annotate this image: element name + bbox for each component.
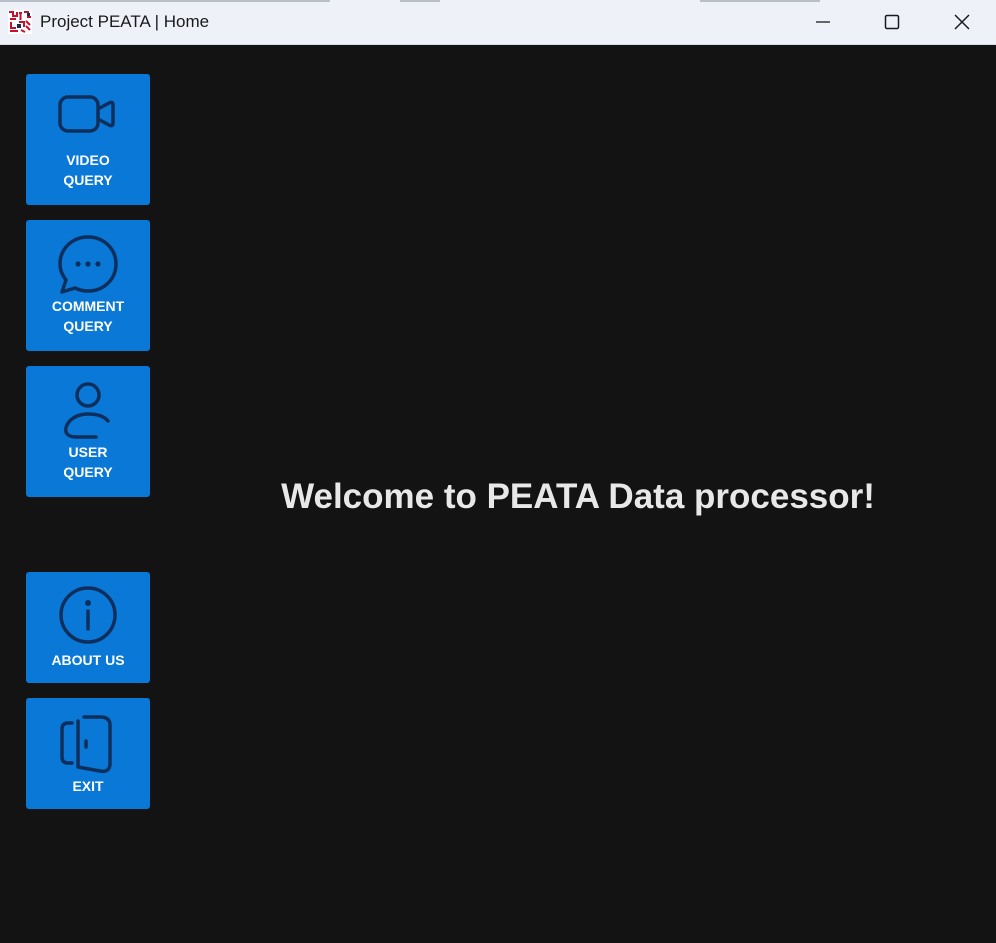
exit-button[interactable]: EXIT bbox=[26, 698, 150, 809]
video-query-button[interactable]: VIDEO QUERY bbox=[26, 74, 150, 205]
title-bar[interactable]: Project PEATA | Home bbox=[0, 0, 996, 45]
user-icon bbox=[56, 379, 120, 443]
close-icon bbox=[954, 14, 970, 30]
comment-query-button[interactable]: COMMENT QUERY bbox=[26, 220, 150, 351]
welcome-heading: Welcome to PEATA Data processor! bbox=[281, 477, 875, 516]
about-us-button[interactable]: ABOUT US bbox=[26, 572, 150, 683]
title-bar-edge bbox=[400, 0, 440, 2]
user-query-label-line2: QUERY bbox=[63, 464, 113, 480]
close-button[interactable] bbox=[927, 0, 996, 44]
video-camera-icon bbox=[56, 87, 120, 151]
info-icon bbox=[56, 583, 120, 647]
chat-bubble-icon bbox=[56, 233, 120, 297]
app-logo-icon bbox=[8, 10, 32, 34]
about-us-label: ABOUT US bbox=[51, 652, 125, 668]
user-query-label-line1: USER bbox=[68, 444, 108, 460]
minimize-button[interactable] bbox=[788, 0, 858, 44]
exit-label: EXIT bbox=[72, 778, 104, 794]
maximize-icon bbox=[884, 14, 900, 30]
window-title: Project PEATA | Home bbox=[40, 12, 210, 31]
door-exit-icon bbox=[56, 711, 120, 775]
comment-query-label-line2: QUERY bbox=[63, 318, 113, 334]
app-window: Project PEATA | Home VIDEO QUERY COMMENT… bbox=[0, 0, 996, 943]
maximize-button[interactable] bbox=[857, 0, 927, 44]
user-query-button[interactable]: USER QUERY bbox=[26, 366, 150, 497]
video-query-label-line2: QUERY bbox=[63, 172, 113, 188]
video-query-label-line1: VIDEO bbox=[66, 152, 110, 168]
title-bar-edge bbox=[0, 0, 330, 2]
comment-query-label-line1: COMMENT bbox=[51, 298, 125, 314]
minimize-icon bbox=[816, 21, 830, 23]
